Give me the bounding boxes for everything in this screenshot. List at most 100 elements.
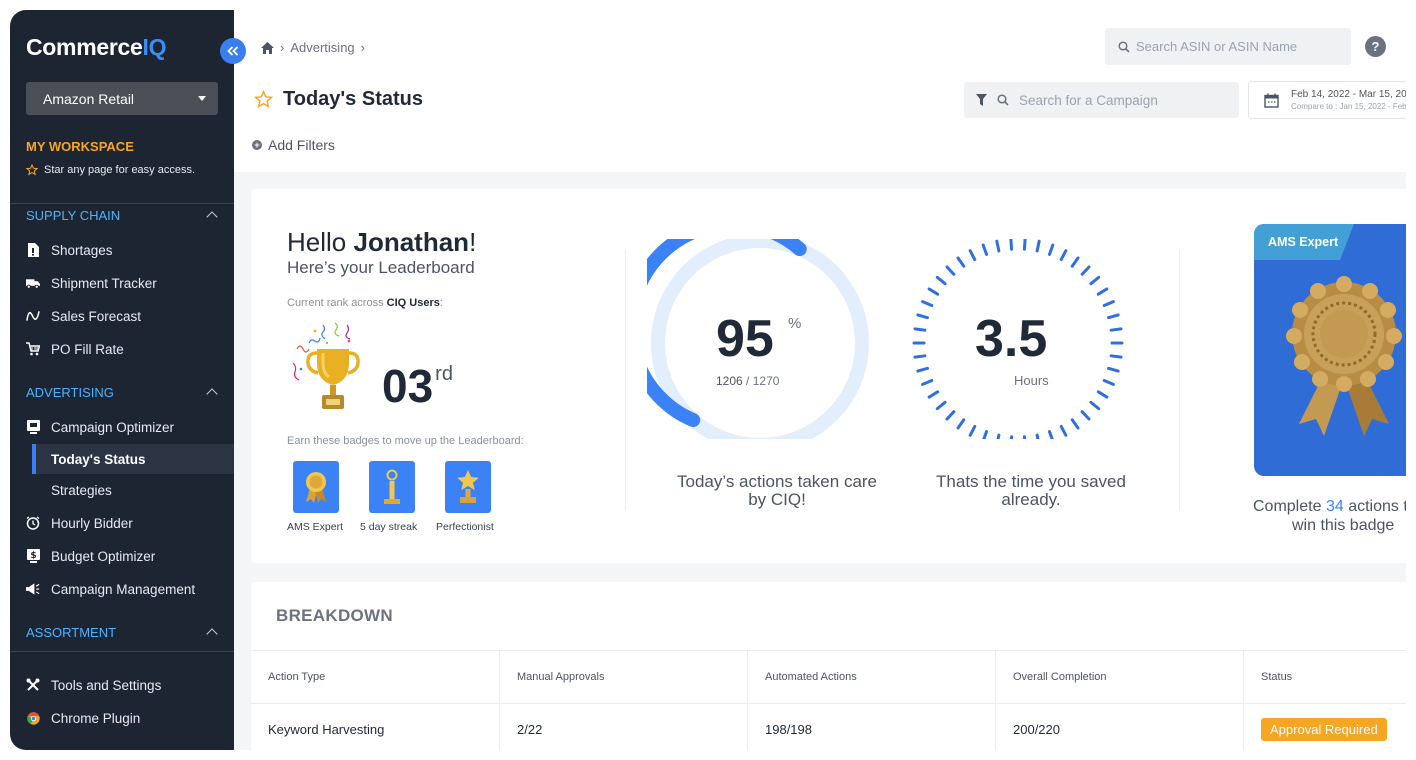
sidebar-item-campaign-management[interactable]: Campaign Management [10, 574, 234, 604]
page-title: Today's Status [254, 88, 423, 111]
campaign-search-input[interactable]: Search for a Campaign [964, 82, 1239, 118]
ring-tick [1109, 354, 1123, 359]
table-cell: 198/198 [748, 704, 996, 750]
workspace-hint-text: Star any page for easy access. [44, 164, 196, 176]
ring-tick [1109, 327, 1123, 332]
help-icon[interactable]: ? [1365, 36, 1386, 57]
star-outline-icon[interactable] [254, 90, 273, 109]
sidebar-item-label: Tools and Settings [51, 677, 162, 693]
divider [10, 651, 234, 652]
collapse-sidebar-button[interactable] [220, 38, 246, 64]
sidebar-item-sales-forecast[interactable]: Sales Forecast [10, 301, 234, 331]
filter-icon[interactable] [976, 94, 987, 106]
sidebar-item-label: Campaign Management [51, 581, 196, 597]
medal-icon [306, 472, 326, 503]
home-icon[interactable] [261, 41, 274, 54]
divider [1179, 249, 1180, 511]
ring-tick [968, 424, 977, 437]
badge-label: 5 day streak [360, 521, 418, 533]
column-header[interactable]: Status [1244, 651, 1406, 703]
rank-caption-text: Current rank across [287, 297, 384, 309]
add-filters-button[interactable]: + Add Filters [252, 137, 335, 153]
sidebar-item-budget-optimizer[interactable]: $ Budget Optimizer [10, 541, 234, 571]
status-badge[interactable]: Approval Required [1261, 717, 1387, 741]
badge-label: AMS Expert [287, 521, 344, 533]
chevron-up-icon[interactable] [206, 211, 218, 223]
sidebar-item-po-fill-rate[interactable]: PO Fill Rate [10, 334, 234, 364]
asin-search-placeholder: Search ASIN or ASIN Name [1136, 39, 1298, 54]
ring-tick [927, 390, 940, 399]
star-trophy-icon [457, 470, 479, 503]
ring-tick [1080, 410, 1091, 421]
sidebar-item-todays-status[interactable]: Today's Status [32, 444, 234, 474]
time-saved-caption: Thats the time you saved already. [901, 473, 1161, 509]
workspace-hint: Star any page for easy access. [26, 164, 195, 176]
sidebar-item-label: Budget Optimizer [51, 548, 156, 564]
sidebar-item-tools-settings[interactable]: Tools and Settings [10, 670, 234, 700]
ams-expert-badge-card[interactable]: AMS Expert [1254, 224, 1406, 476]
greeting: Hello Jonathan! [287, 227, 476, 258]
sidebar: CommerceIQ Amazon Retail MY WORKSPACE St… [10, 10, 234, 750]
sidebar-item-strategies[interactable]: Strategies [32, 475, 234, 505]
table-row[interactable]: Keyword Harvesting 2/22 198/198 200/220 … [251, 704, 1406, 750]
badge-perfectionist[interactable] [445, 461, 491, 513]
caption-line: Thats the time you saved [936, 472, 1126, 491]
column-header[interactable]: Automated Actions [748, 651, 996, 703]
ring-tick [1022, 237, 1027, 251]
double-chevron-left-icon [227, 46, 239, 56]
actions-separator: / [742, 374, 753, 388]
ring-tick [1047, 430, 1055, 443]
campaign-search-placeholder: Search for a Campaign [1019, 92, 1158, 108]
badge-5-day-streak[interactable] [369, 461, 415, 513]
ring-tick [1059, 249, 1068, 262]
column-header[interactable]: Manual Approvals [500, 651, 748, 703]
ring-tick [945, 410, 956, 421]
section-assortment[interactable]: ASSORTMENT [26, 622, 218, 642]
ring-tick [935, 275, 947, 286]
ring-tick [981, 430, 989, 443]
logo-accent: IQ [142, 34, 167, 60]
breadcrumb-separator: › [360, 40, 365, 55]
sidebar-item-chrome-plugin[interactable]: Chrome Plugin [10, 703, 234, 733]
section-supply-chain[interactable]: SUPPLY CHAIN [26, 205, 218, 225]
section-advertising[interactable]: ADVERTISING [26, 382, 218, 402]
search-icon [1118, 40, 1130, 53]
sidebar-item-label: Shipment Tracker [51, 275, 157, 291]
column-header[interactable]: Overall Completion [996, 651, 1244, 703]
calendar-icon [1264, 93, 1279, 108]
compare-range-value: Compare to : Jan 15, 2022 - Feb 13, 2022 [1291, 102, 1406, 111]
plus-circle-icon: + [252, 140, 262, 150]
budget-icon: $ [26, 549, 40, 563]
sidebar-item-hourly-bidder[interactable]: Hourly Bidder [10, 508, 234, 538]
app-logo[interactable]: CommerceIQ [26, 34, 166, 61]
ring-tick [1059, 424, 1068, 437]
sidebar-item-label: Sales Forecast [51, 308, 142, 324]
sidebar-item-shortages[interactable]: Shortages [10, 235, 234, 265]
actions-gauge: 95 % 1206 / 1270 [623, 217, 907, 452]
ring-tick [1107, 366, 1120, 373]
ring-tick [1096, 287, 1109, 296]
asin-search-input[interactable]: Search ASIN or ASIN Name [1105, 28, 1351, 65]
sidebar-item-label: Shortages [51, 242, 113, 258]
actions-total: 1270 [752, 374, 780, 388]
sidebar-item-label: Chrome Plugin [51, 710, 141, 726]
ring-tick [1089, 400, 1101, 411]
percent-sign: % [788, 315, 802, 332]
date-range-picker[interactable]: Feb 14, 2022 - Mar 15, 2022 Compare to :… [1248, 81, 1406, 119]
column-header[interactable]: Action Type [251, 651, 500, 703]
time-saved-gauge: 3.5 Hours [901, 237, 1161, 449]
badge-ams-expert[interactable] [293, 461, 339, 513]
ring-tick [1102, 378, 1115, 386]
account-dropdown[interactable]: Amazon Retail [26, 82, 218, 115]
sidebar-item-campaign-optimizer[interactable]: Campaign Optimizer [10, 412, 234, 442]
chevron-up-icon[interactable] [206, 628, 218, 640]
ring-tick [913, 327, 927, 332]
chevron-up-icon[interactable] [206, 388, 218, 400]
sidebar-item-shipment-tracker[interactable]: Shipment Tracker [10, 268, 234, 298]
sidebar-item-label: Campaign Optimizer [51, 419, 175, 435]
table-cell: Keyword Harvesting [251, 704, 500, 750]
caption-line: already. [1001, 490, 1061, 509]
breadcrumb-advertising[interactable]: Advertising [290, 40, 354, 55]
caption-line: by CIQ! [748, 490, 806, 509]
divider [10, 203, 234, 204]
